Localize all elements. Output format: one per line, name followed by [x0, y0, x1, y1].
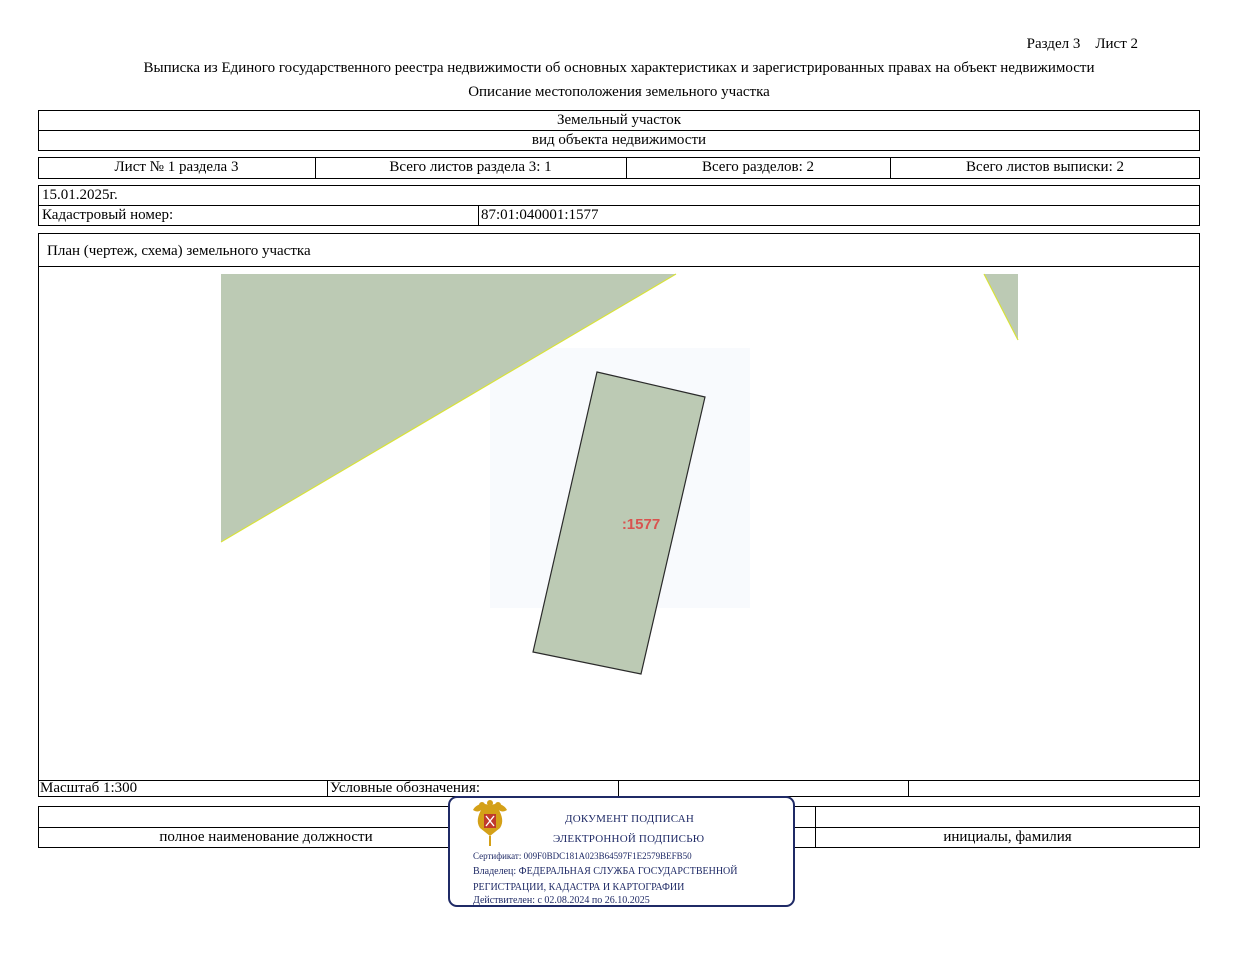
- stamp-line-1: ДОКУМЕНТ ПОДПИСАН: [565, 813, 695, 825]
- object-type-caption: вид объекта недвижимости: [531, 132, 707, 148]
- object-name: Земельный участок: [556, 112, 682, 128]
- stamp-certificate: Сертификат: 009F0BDC181A023B64597F1E2579…: [473, 851, 692, 861]
- parcel-plan-drawing: :1577: [220, 273, 1019, 675]
- section-sheet-label: Раздел 3 Лист 2: [1026, 36, 1138, 52]
- position-caption: полное наименование должности: [159, 829, 373, 845]
- stamp-validity: Действителен: с 02.08.2024 по 26.10.2025: [473, 895, 650, 906]
- total-sections: Всего разделов: 2: [701, 159, 815, 175]
- stamp-line-2: ЭЛЕКТРОННОЙ ПОДПИСЬЮ: [553, 833, 705, 845]
- stamp-owner-1: Владелец: ФЕДЕРАЛЬНАЯ СЛУЖБА ГОСУДАРСТВЕ…: [473, 866, 738, 877]
- sheet-number: Лист № 1 раздела 3: [114, 159, 239, 175]
- cadastral-number-label: Кадастровый номер:: [42, 207, 174, 223]
- cadastral-number: 87:01:040001:1577: [481, 207, 599, 223]
- total-sheets-section: Всего листов раздела 3: 1: [389, 159, 552, 175]
- e-signature-stamp: ДОКУМЕНТ ПОДПИСАН ЭЛЕКТРОННОЙ ПОДПИСЬЮ С…: [448, 796, 795, 907]
- russian-coat-of-arms-icon: [473, 800, 507, 846]
- total-sheets-extract: Всего листов выписки: 2: [966, 159, 1124, 175]
- document-subtitle: Описание местоположения земельного участ…: [468, 84, 770, 100]
- scale-label: Масштаб 1:300: [40, 780, 138, 796]
- name-caption: инициалы, фамилия: [943, 829, 1072, 845]
- plan-caption: План (чертеж, схема) земельного участка: [47, 243, 311, 259]
- parcel-label: :1577: [622, 516, 660, 533]
- legend-label: Условные обозначения:: [330, 780, 481, 796]
- stamp-owner-2: РЕГИСТРАЦИИ, КАДАСТРА И КАРТОГРАФИИ: [473, 882, 685, 893]
- document-title: Выписка из Единого государственного реес…: [143, 60, 1095, 76]
- extract-date: 15.01.2025г.: [42, 187, 118, 203]
